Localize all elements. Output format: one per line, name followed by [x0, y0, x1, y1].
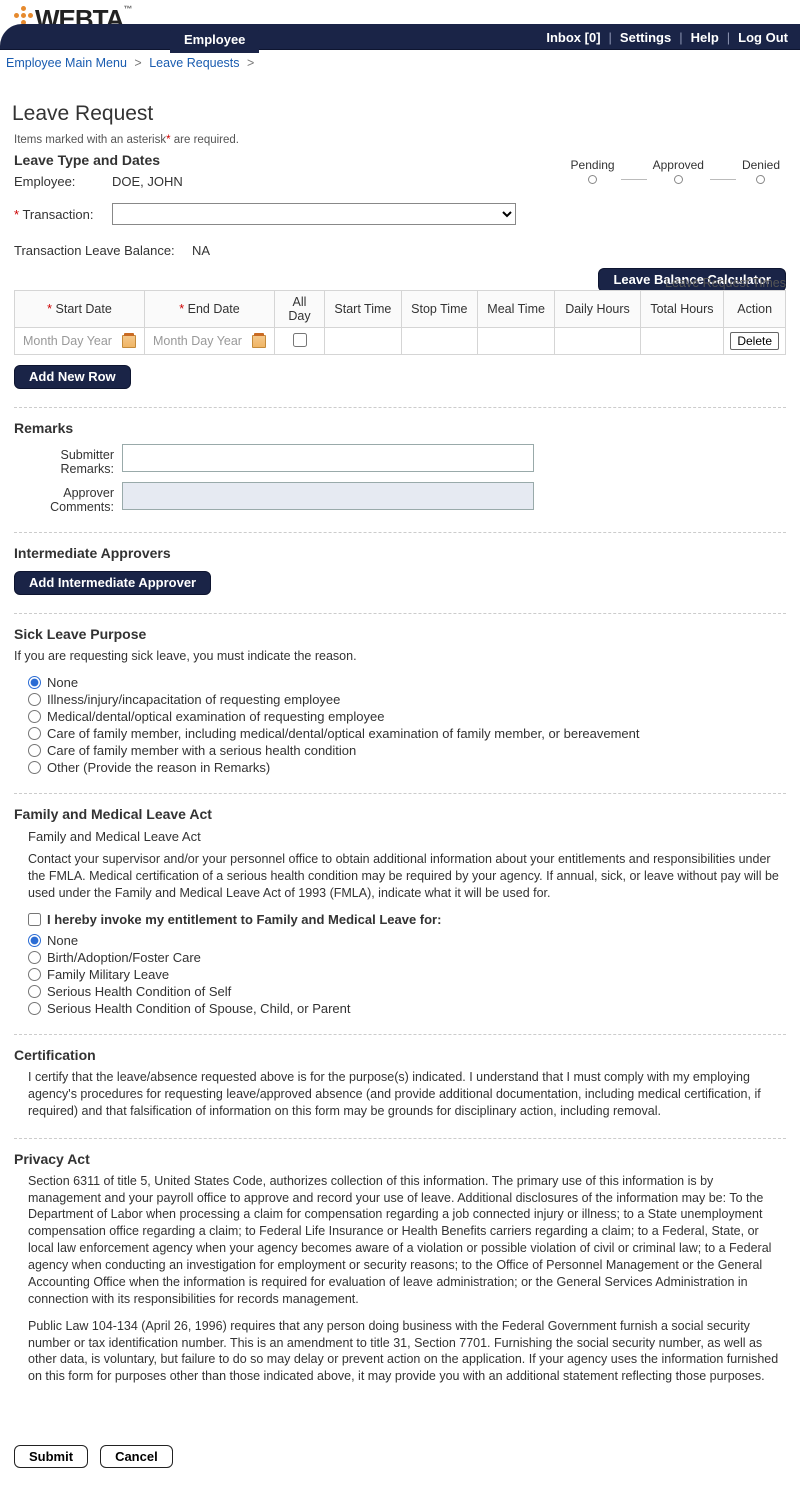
balance-label: Transaction Leave Balance:: [14, 243, 184, 258]
stop-time-cell[interactable]: [401, 328, 477, 355]
fmla-radio-spouse[interactable]: [28, 1002, 41, 1015]
all-day-checkbox[interactable]: [293, 333, 307, 347]
end-date-input[interactable]: Month Day Year: [151, 334, 268, 348]
section-privacy: Privacy Act: [14, 1151, 786, 1167]
nav-bar: Employee Inbox [0] | Settings | Help | L…: [0, 24, 800, 50]
table-caption: Leave Request Times: [14, 276, 786, 290]
sick-radio-medical[interactable]: [28, 710, 41, 723]
header: WEBTA™ Employee Inbox [0] | Settings | H…: [0, 0, 800, 50]
tab-employee[interactable]: Employee: [170, 28, 259, 53]
privacy-p2: Public Law 104-134 (April 26, 1996) requ…: [28, 1318, 784, 1386]
meal-time-cell[interactable]: [477, 328, 555, 355]
section-sick: Sick Leave Purpose: [14, 626, 786, 642]
add-new-row-button[interactable]: Add New Row: [14, 365, 131, 389]
page-title: Leave Request: [12, 102, 788, 126]
required-note: Items marked with an asterisk* are requi…: [14, 134, 786, 146]
sick-radio-illness[interactable]: [28, 693, 41, 706]
transaction-select[interactable]: [112, 203, 516, 225]
sick-radio-group: None Illness/injury/incapacitation of re…: [28, 675, 784, 775]
balance-value: NA: [192, 243, 210, 258]
privacy-p1: Section 6311 of title 5, United States C…: [28, 1173, 784, 1308]
delete-row-button[interactable]: Delete: [730, 332, 779, 350]
nav-settings[interactable]: Settings: [620, 30, 671, 45]
sick-intro: If you are requesting sick leave, you mu…: [14, 648, 784, 665]
section-fmla: Family and Medical Leave Act: [14, 806, 786, 822]
submitter-remarks-label: Submitter Remarks:: [14, 444, 114, 476]
sick-radio-care-serious[interactable]: [28, 744, 41, 757]
submitter-remarks-input[interactable]: [122, 444, 534, 472]
breadcrumb: Employee Main Menu > Leave Requests >: [0, 50, 800, 70]
nav-help[interactable]: Help: [691, 30, 719, 45]
cert-text: I certify that the leave/absence request…: [28, 1069, 784, 1120]
fmla-para: Contact your supervisor and/or your pers…: [28, 851, 784, 902]
section-intermediate: Intermediate Approvers: [14, 545, 786, 561]
approver-comments-display: [122, 482, 534, 510]
approver-comments-label: Approver Comments:: [14, 482, 114, 514]
employee-label: Employee:: [14, 174, 104, 189]
section-cert: Certification: [14, 1047, 786, 1063]
sick-radio-none[interactable]: [28, 676, 41, 689]
crumb-leave-requests[interactable]: Leave Requests: [149, 56, 239, 70]
add-intermediate-approver-button[interactable]: Add Intermediate Approver: [14, 571, 211, 595]
nav-logout[interactable]: Log Out: [738, 30, 788, 45]
submit-button[interactable]: Submit: [14, 1445, 88, 1468]
calendar-icon[interactable]: [252, 335, 266, 348]
start-time-cell[interactable]: [325, 328, 402, 355]
sick-radio-other[interactable]: [28, 761, 41, 774]
leave-request-table: * Start Date * End Date All Day Start Ti…: [14, 290, 786, 355]
crumb-main-menu[interactable]: Employee Main Menu: [6, 56, 127, 70]
logo-dots-icon: [14, 6, 33, 25]
section-leave-type: Leave Type and Dates: [14, 152, 786, 168]
start-date-input[interactable]: Month Day Year: [21, 334, 138, 348]
total-hours-cell: [640, 328, 724, 355]
fmla-radio-birth[interactable]: [28, 951, 41, 964]
calendar-icon[interactable]: [122, 335, 136, 348]
section-remarks: Remarks: [14, 420, 786, 436]
fmla-radio-military[interactable]: [28, 968, 41, 981]
fmla-invoke-checkbox[interactable]: [28, 913, 41, 926]
nav-inbox[interactable]: Inbox [0]: [546, 30, 600, 45]
transaction-label: * Transaction:: [14, 207, 104, 222]
cancel-button[interactable]: Cancel: [100, 1445, 173, 1468]
daily-hours-cell: [555, 328, 640, 355]
table-row: Month Day Year Month Day Year Delete: [15, 328, 786, 355]
sick-radio-care[interactable]: [28, 727, 41, 740]
employee-name: DOE, JOHN: [112, 174, 183, 189]
fmla-radio-group: None Birth/Adoption/Foster Care Family M…: [28, 933, 784, 1016]
fmla-sub: Family and Medical Leave Act: [28, 828, 784, 846]
fmla-radio-none[interactable]: [28, 934, 41, 947]
fmla-radio-self[interactable]: [28, 985, 41, 998]
